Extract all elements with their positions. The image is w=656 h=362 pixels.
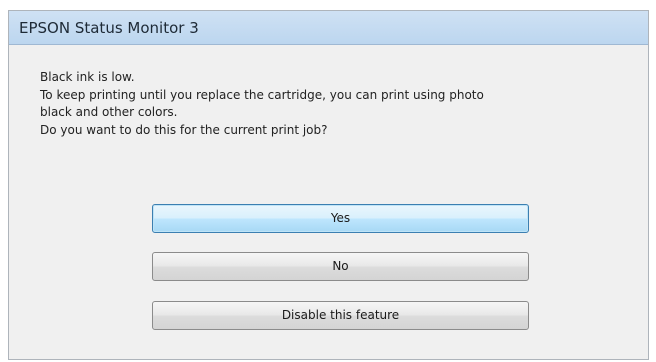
message-line-photo-black: black and other colors.: [40, 105, 178, 119]
message-text: Black ink is low. To keep printing until…: [40, 69, 630, 139]
yes-button[interactable]: Yes: [152, 204, 529, 233]
status-monitor-dialog: EPSON Status Monitor 3 Black ink is low.…: [8, 10, 649, 360]
window-title: EPSON Status Monitor 3: [19, 19, 199, 37]
message-line-ink-low: Black ink is low.: [40, 70, 135, 84]
message-line-keep-printing: To keep printing until you replace the c…: [40, 87, 484, 102]
message-line-question: Do you want to do this for the current p…: [40, 122, 328, 137]
no-button[interactable]: No: [152, 252, 529, 281]
disable-feature-button[interactable]: Disable this feature: [152, 301, 529, 330]
title-bar[interactable]: EPSON Status Monitor 3: [9, 11, 648, 45]
